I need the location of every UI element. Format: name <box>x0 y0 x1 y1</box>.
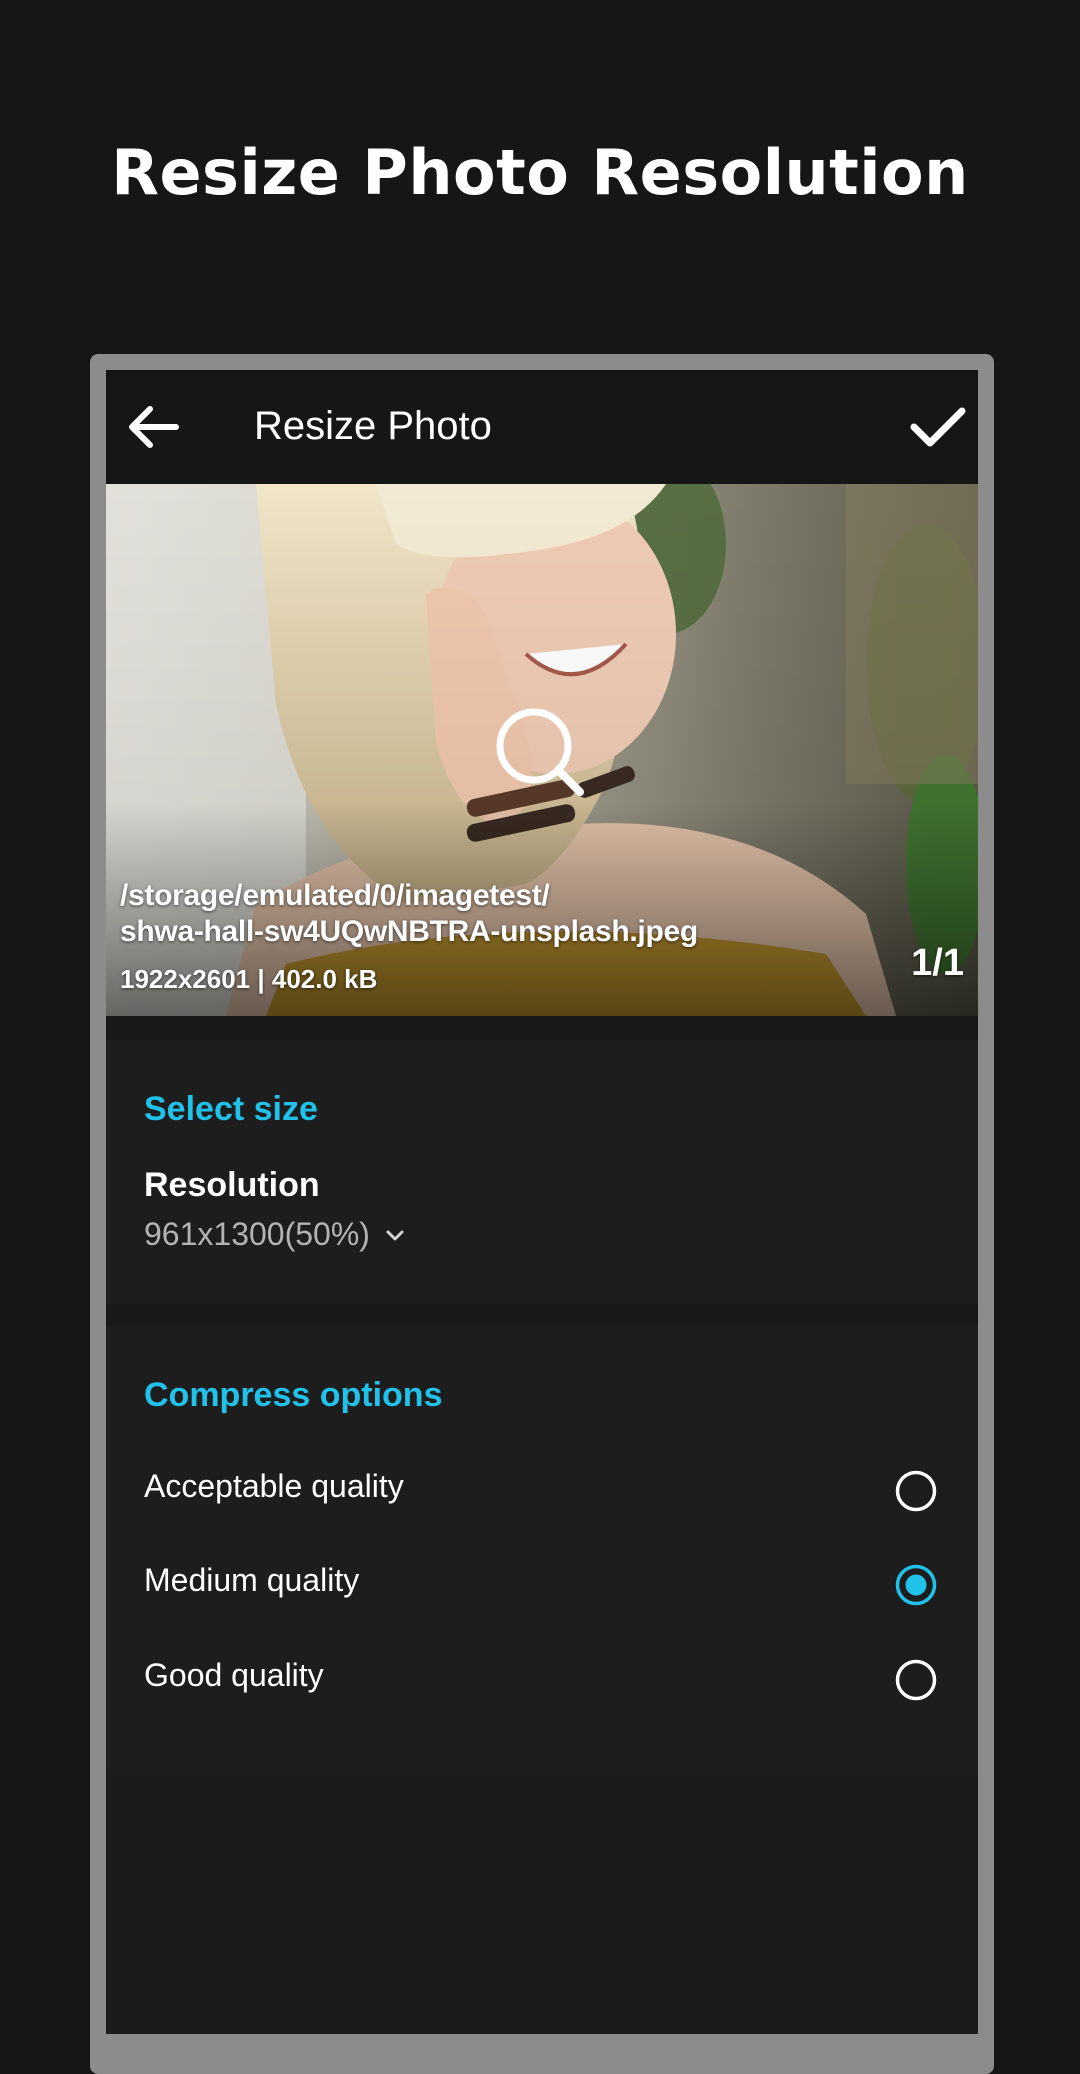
radio-unchecked-icon[interactable] <box>894 1469 938 1513</box>
toolbar: Resize Photo <box>106 370 978 484</box>
file-meta: 1922x2601 | 402.0 kB <box>120 964 378 994</box>
arrow-left-icon <box>129 406 179 448</box>
section-divider <box>106 1774 978 2034</box>
resolution-dropdown[interactable]: 961x1300(50%) <box>144 1216 404 1253</box>
file-path-line-2: shwa-hall-sw4UQwNBTRA-unsplash.jpeg <box>120 915 698 948</box>
section-divider <box>106 1016 978 1040</box>
app-screen: Resize Photo /storage/emulated/0/imagete… <box>106 370 978 2034</box>
option-medium-quality[interactable]: Medium quality <box>106 1538 978 1632</box>
radio-unchecked-icon[interactable] <box>894 1658 938 1702</box>
photo-preview[interactable]: /storage/emulated/0/imagetest/ shwa-hall… <box>106 484 978 1016</box>
compress-options-heading: Compress options <box>144 1376 443 1414</box>
screen-title: Resize Photo <box>254 404 492 448</box>
confirm-button[interactable] <box>904 393 972 461</box>
chevron-down-icon <box>386 1230 404 1240</box>
option-label: Acceptable quality <box>144 1468 404 1504</box>
promo-title: Resize Photo Resolution <box>111 136 969 209</box>
back-button[interactable] <box>120 393 188 461</box>
option-good-quality[interactable]: Good quality <box>106 1633 978 1727</box>
magnifier-icon <box>496 708 584 796</box>
radio-checked-icon[interactable] <box>894 1563 938 1607</box>
file-path-line-1: /storage/emulated/0/imagetest/ <box>120 879 550 912</box>
page-counter: 1/1 <box>911 942 964 984</box>
resolution-value: 961x1300(50%) <box>144 1216 370 1252</box>
file-info: /storage/emulated/0/imagetest/ shwa-hall… <box>120 878 698 995</box>
resolution-label: Resolution <box>144 1166 320 1204</box>
select-size-heading: Select size <box>144 1090 318 1128</box>
section-divider <box>106 1304 978 1326</box>
check-icon <box>910 407 966 447</box>
option-acceptable-quality[interactable]: Acceptable quality <box>106 1444 978 1538</box>
option-label: Medium quality <box>144 1562 360 1598</box>
option-label: Good quality <box>144 1657 324 1693</box>
zoom-button[interactable] <box>492 704 592 804</box>
